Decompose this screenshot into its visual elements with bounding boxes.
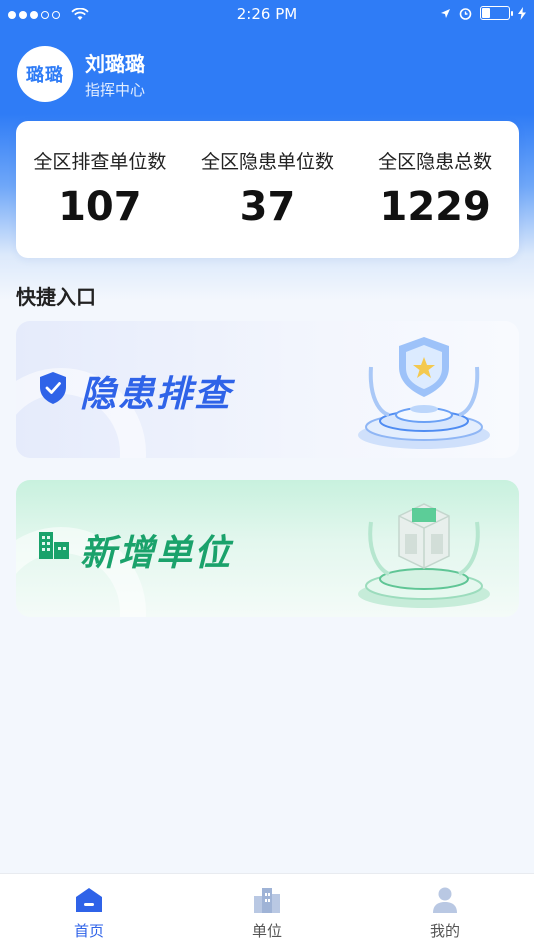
tab-units[interactable]: 单位	[178, 874, 356, 950]
alarm-clock-icon	[459, 7, 472, 20]
stat-value: 37	[239, 184, 296, 230]
stat-label: 全区排查单位数	[33, 151, 167, 173]
battery-icon	[480, 6, 513, 20]
charging-bolt-icon	[518, 6, 526, 20]
status-bar: 2:26 PM	[0, 0, 534, 30]
user-role: 指挥中心	[85, 81, 146, 99]
avatar[interactable]: 璐璐	[17, 46, 73, 102]
stat-label: 全区隐患总数	[378, 151, 493, 173]
battery-level	[482, 8, 491, 18]
user-name: 刘璐璐	[85, 52, 145, 76]
stats-card: 全区排查单位数 107 全区隐患单位数 37 全区隐患总数 1229	[16, 121, 519, 258]
add-unit-card[interactable]: 新增单位	[16, 480, 519, 617]
stat-label: 全区隐患单位数	[201, 151, 335, 173]
hazard-inspection-card[interactable]: 隐患排查	[16, 321, 519, 458]
entry-title: 隐患排查	[80, 374, 233, 415]
section-title: 快捷入口	[16, 285, 96, 309]
location-arrow-icon	[441, 8, 450, 18]
building-icon	[39, 532, 69, 559]
shield-check-icon	[40, 372, 66, 404]
home-icon	[76, 888, 102, 912]
stat-value: 1229	[379, 184, 491, 230]
tab-label: 单位	[251, 922, 282, 940]
stat-inspected-units: 全区排查单位数 107	[16, 121, 184, 258]
tab-label: 首页	[73, 922, 104, 940]
stat-value: 107	[58, 184, 142, 230]
shield-platform-illustration	[358, 337, 490, 449]
stat-hazard-units: 全区隐患单位数 37	[184, 121, 352, 258]
tab-label: 我的	[429, 922, 460, 940]
entry-title: 新增单位	[80, 533, 233, 574]
tab-bar: 首页 单位 我的	[0, 873, 534, 950]
stat-total-hazards: 全区隐患总数 1229	[351, 121, 519, 258]
buildings-icon	[254, 888, 280, 913]
tab-home[interactable]: 首页	[0, 874, 178, 950]
building-platform-illustration	[358, 503, 490, 608]
tab-mine[interactable]: 我的	[356, 874, 534, 950]
person-icon	[433, 887, 457, 913]
